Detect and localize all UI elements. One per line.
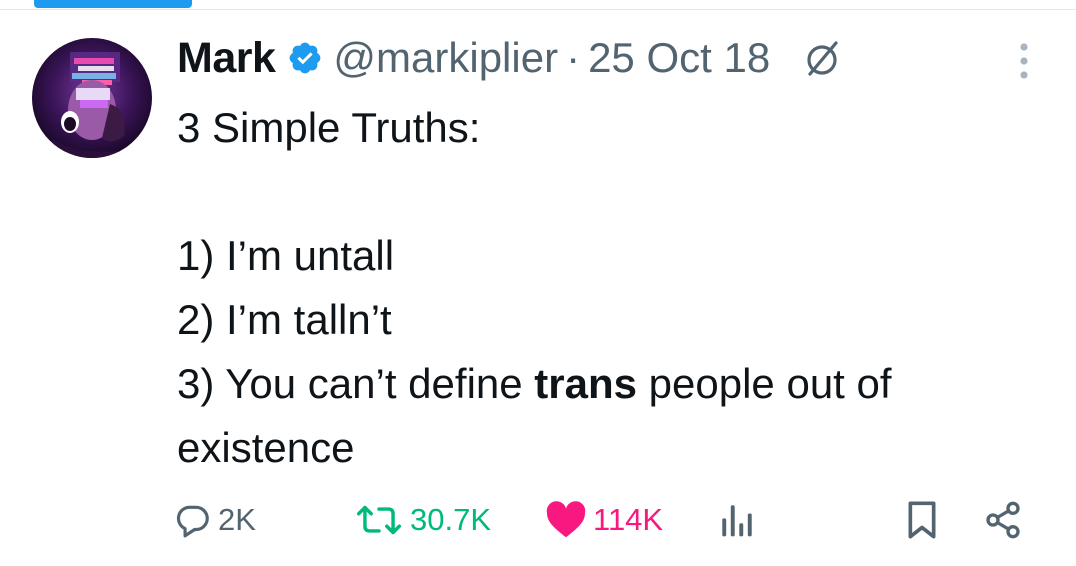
tweet-line: existence <box>177 424 355 471</box>
like-heart-icon <box>546 501 586 538</box>
handle[interactable]: @markiplier <box>333 34 558 82</box>
more-options-icon[interactable] <box>1010 38 1038 84</box>
avatar[interactable] <box>32 38 152 158</box>
tweet-view: Mark @markiplier · 25 Oct 18 3 Simple Tr… <box>0 0 1076 566</box>
reply-count: 2K <box>218 502 256 537</box>
verified-badge-icon[interactable] <box>287 40 323 76</box>
like-count: 114K <box>593 502 664 537</box>
share-button[interactable] <box>983 490 1023 550</box>
share-icon <box>986 501 1020 539</box>
tweet-line: 3 Simple Truths: <box>177 104 481 151</box>
active-tab-indicator <box>34 0 192 8</box>
views-chart-icon <box>722 505 752 537</box>
edited-icon[interactable] <box>798 34 846 82</box>
bookmark-button[interactable] <box>905 490 939 550</box>
avatar-image <box>52 52 132 158</box>
tweet-header: Mark @markiplier · 25 Oct 18 <box>177 30 846 86</box>
bookmark-icon <box>908 501 936 539</box>
tweet-bold-word: trans <box>534 360 637 407</box>
tweet-blank-line <box>177 160 1047 224</box>
retweet-button[interactable]: 30.7K <box>354 490 491 550</box>
display-name[interactable]: Mark <box>177 34 276 83</box>
like-button[interactable]: 114K <box>545 490 663 550</box>
tweet-text-segment: people out of <box>637 360 892 407</box>
tweet-line: 3) You can’t define trans people out of <box>177 352 1047 416</box>
tweet-line: 1) I’m untall <box>177 232 395 279</box>
tweet-text-segment: 3) You can’t define <box>177 360 535 407</box>
top-divider <box>0 9 1076 10</box>
reply-button[interactable]: 2K <box>174 490 256 550</box>
separator-dot: · <box>566 34 581 81</box>
views-button[interactable] <box>720 490 754 550</box>
tweet-date[interactable]: 25 Oct 18 <box>588 34 770 82</box>
tweet-text: 3 Simple Truths: 1) I’m untall 2) I’m ta… <box>177 96 1047 480</box>
action-bar: 2K 30.7K 114K <box>0 490 1076 550</box>
retweet-icon <box>356 505 402 535</box>
retweet-count: 30.7K <box>410 502 492 537</box>
reply-icon <box>176 505 209 538</box>
tweet-line: 2) I’m talln’t <box>177 296 392 343</box>
